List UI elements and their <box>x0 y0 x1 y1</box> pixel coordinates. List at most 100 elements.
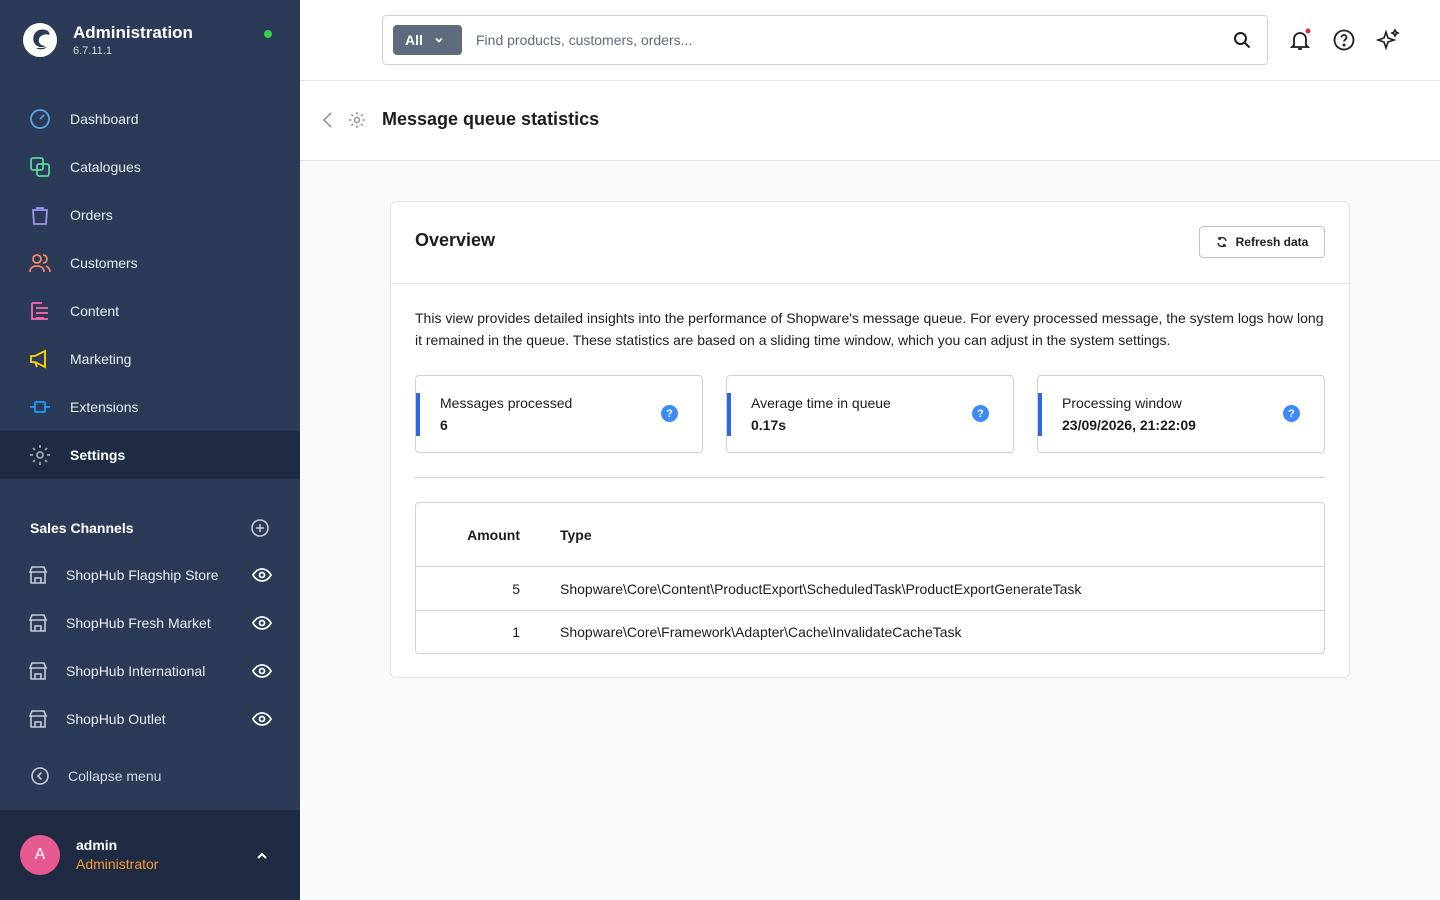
column-header-amount[interactable]: Amount <box>416 527 520 543</box>
sales-channel-label: ShopHub Outlet <box>66 711 166 727</box>
sidebar: Administration 6.7.11.1 Dashboard Catalo… <box>0 0 300 900</box>
catalogue-icon <box>28 155 52 179</box>
stat-accent-bar <box>416 393 420 436</box>
sales-channels-header: Sales Channels <box>30 518 270 538</box>
overview-card: Overview Refresh data This view provides… <box>390 201 1350 678</box>
collapse-menu-button[interactable]: Collapse menu <box>30 766 161 786</box>
card-header: Overview Refresh data <box>391 202 1349 284</box>
nav-item-orders[interactable]: Orders <box>0 191 300 239</box>
shopping-bag-icon <box>28 203 52 227</box>
stat-value: 23/09/2026, 21:22:09 <box>1062 417 1196 433</box>
cell-type: Shopware\Core\Framework\Adapter\Cache\In… <box>560 624 962 640</box>
stat-accent-bar <box>727 393 731 436</box>
user-name: admin <box>76 837 118 853</box>
refresh-data-label: Refresh data <box>1235 235 1309 249</box>
content-icon <box>28 299 52 323</box>
shopware-logo-icon <box>23 23 57 57</box>
page-title: Message queue statistics <box>382 109 600 129</box>
chevron-up-icon[interactable] <box>254 848 270 864</box>
eye-icon[interactable] <box>252 566 272 584</box>
cell-amount: 5 <box>512 580 520 597</box>
help-icon[interactable] <box>1332 28 1356 52</box>
storefront-icon <box>28 710 48 728</box>
nav-item-catalogues[interactable]: Catalogues <box>0 143 300 191</box>
nav-item-label: Content <box>70 303 120 319</box>
card-title: Overview <box>415 230 496 250</box>
stat-card-messages-processed: Messages processed 6 ? <box>415 375 703 453</box>
search-type-select[interactable]: All <box>393 25 462 55</box>
nav-item-customers[interactable]: Customers <box>0 239 300 287</box>
table-header: Amount Type <box>416 503 1324 567</box>
gauge-icon <box>28 107 52 131</box>
stat-label: Processing window <box>1062 395 1182 411</box>
eye-icon[interactable] <box>252 662 272 680</box>
nav-item-label: Catalogues <box>70 159 141 175</box>
sales-channel-item[interactable]: ShopHub Fresh Market <box>0 599 300 647</box>
help-icon[interactable]: ? <box>1283 405 1300 422</box>
nav-item-dashboard[interactable]: Dashboard <box>0 95 300 143</box>
megaphone-icon <box>28 347 52 371</box>
column-header-type[interactable]: Type <box>560 527 592 543</box>
top-bar: All <box>300 0 1440 81</box>
stat-card-average-time: Average time in queue 0.17s ? <box>726 375 1014 453</box>
storefront-icon <box>28 614 48 632</box>
app-title: Administration <box>73 23 193 42</box>
search-type-label: All <box>405 32 423 48</box>
stat-label: Messages processed <box>440 395 573 411</box>
global-search: All <box>382 15 1268 65</box>
sales-channel-item[interactable]: ShopHub Outlet <box>0 695 300 743</box>
message-stats-table: Amount Type 5 Shopware\Core\Content\Prod… <box>415 502 1325 654</box>
refresh-data-button[interactable]: Refresh data <box>1199 226 1325 258</box>
collapse-menu-label: Collapse menu <box>68 768 162 784</box>
cell-type: Shopware\Core\Content\ProductExport\Sche… <box>560 580 1082 597</box>
nav-item-label: Extensions <box>70 399 139 415</box>
status-indicator <box>264 30 272 38</box>
settings-gear-icon <box>349 112 365 128</box>
search-input[interactable] <box>476 32 1216 48</box>
app-version: 6.7.11.1 <box>73 45 112 57</box>
help-icon[interactable]: ? <box>972 405 989 422</box>
gear-icon <box>28 443 52 467</box>
eye-icon[interactable] <box>252 614 272 632</box>
sales-channel-item[interactable]: ShopHub International <box>0 647 300 695</box>
add-circle-icon[interactable] <box>250 518 270 538</box>
stat-card-processing-window: Processing window 23/09/2026, 21:22:09 ? <box>1037 375 1325 453</box>
user-role: Administrator <box>76 856 159 872</box>
help-icon[interactable]: ? <box>661 405 678 422</box>
nav-item-label: Settings <box>70 447 126 463</box>
nav-item-content[interactable]: Content <box>0 287 300 335</box>
notification-bell-icon[interactable] <box>1288 28 1312 52</box>
user-menu[interactable]: A admin Administrator <box>0 810 300 900</box>
nav-item-label: Dashboard <box>70 111 139 127</box>
eye-icon[interactable] <box>252 710 272 728</box>
nav-item-label: Marketing <box>70 351 132 367</box>
main-nav: Dashboard Catalogues Orders Customers Co… <box>0 95 300 479</box>
chevron-down-icon <box>435 37 443 43</box>
sales-channel-label: ShopHub Fresh Market <box>66 615 211 631</box>
nav-item-label: Orders <box>70 207 113 223</box>
page-header: Message queue statistics <box>300 81 1440 161</box>
sales-channel-label: ShopHub Flagship Store <box>66 567 219 583</box>
overview-description: This view provides detailed insights int… <box>415 310 1324 348</box>
search-icon[interactable] <box>1233 31 1251 49</box>
stat-value: 6 <box>440 417 448 433</box>
back-icon[interactable] <box>320 111 336 129</box>
brand[interactable]: Administration 6.7.11.1 <box>22 22 193 58</box>
table-row: 5 Shopware\Core\Content\ProductExport\Sc… <box>416 567 1324 610</box>
storefront-icon <box>28 566 48 584</box>
refresh-icon <box>1216 236 1227 248</box>
nav-item-settings[interactable]: Settings <box>0 431 300 479</box>
sales-channel-label: ShopHub International <box>66 663 206 679</box>
avatar: A <box>20 835 60 875</box>
divider <box>415 477 1325 478</box>
users-icon <box>28 251 52 275</box>
ai-sparkle-icon[interactable] <box>1376 28 1400 52</box>
nav-item-marketing[interactable]: Marketing <box>0 335 300 383</box>
nav-item-extensions[interactable]: Extensions <box>0 383 300 431</box>
chevron-left-circle-icon <box>31 767 49 785</box>
nav-item-label: Customers <box>70 255 138 271</box>
storefront-icon <box>28 662 48 680</box>
table-row: 1 Shopware\Core\Framework\Adapter\Cache\… <box>416 610 1324 653</box>
sales-channel-item[interactable]: ShopHub Flagship Store <box>0 551 300 599</box>
sales-channel-list: ShopHub Flagship Store ShopHub Fresh Mar… <box>0 551 300 743</box>
